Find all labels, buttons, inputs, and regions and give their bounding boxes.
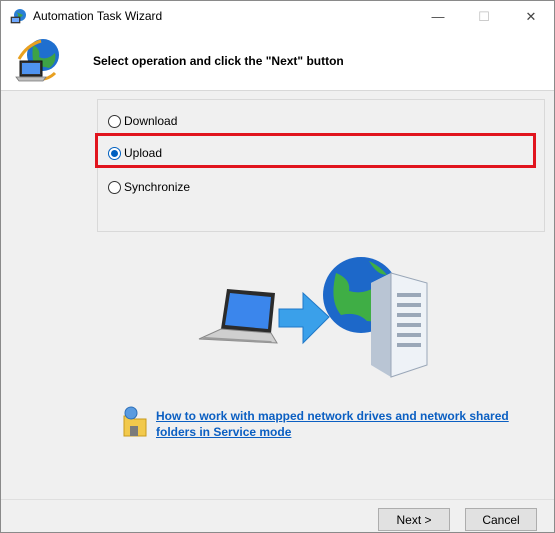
wizard-header-icon — [15, 39, 59, 82]
instruction-text: Select operation and click the "Next" bu… — [93, 54, 344, 68]
laptop-icon — [198, 289, 278, 344]
radio-upload[interactable]: Upload — [108, 144, 162, 162]
radio-synchronize-button[interactable] — [108, 180, 121, 194]
window-title: Automation Task Wizard — [33, 9, 163, 23]
cancel-button[interactable]: Cancel — [465, 508, 537, 531]
radio-synchronize[interactable]: Synchronize — [108, 178, 190, 196]
wizard-footer: Next > Cancel — [1, 499, 554, 532]
close-button[interactable]: ✕ — [508, 1, 554, 32]
operation-group: Download Upload Synchronize — [97, 99, 545, 232]
help-link-mapped-drives[interactable]: How to work with mapped network drives a… — [156, 408, 536, 440]
radio-download-label: Download — [124, 114, 178, 128]
title-bar: Automation Task Wizard — ☐ ✕ — [1, 1, 554, 32]
radio-synchronize-label: Synchronize — [124, 180, 191, 194]
wizard-window: Automation Task Wizard — ☐ ✕ Select oper… — [0, 0, 555, 533]
radio-download-button[interactable] — [108, 114, 121, 128]
radio-upload-button[interactable] — [108, 146, 121, 160]
maximize-button[interactable]: ☐ — [461, 1, 507, 32]
wizard-header: Select operation and click the "Next" bu… — [1, 32, 554, 91]
help-folder-icon — [123, 406, 147, 437]
next-button[interactable]: Next > — [378, 508, 450, 531]
minimize-button[interactable]: — — [415, 1, 461, 32]
arrow-icon — [278, 291, 330, 345]
radio-download[interactable]: Download — [108, 112, 177, 130]
radio-upload-label: Upload — [124, 146, 163, 160]
globe-server-icon — [323, 257, 428, 378]
app-icon — [10, 9, 26, 24]
laptop-to-server-illustration — [198, 257, 428, 378]
